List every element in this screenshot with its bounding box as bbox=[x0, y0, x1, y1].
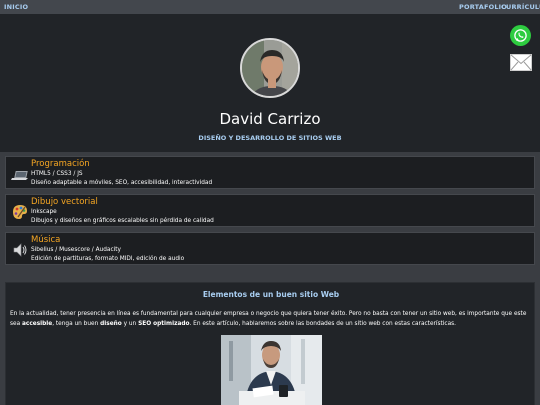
article-text: y un bbox=[121, 321, 139, 327]
article-keyword: diseño bbox=[100, 321, 122, 327]
profile-name: David Carrizo bbox=[219, 110, 321, 128]
skill-description: Diseño adaptable a móviles, SEO, accesib… bbox=[31, 180, 213, 186]
skill-card-programming: Programación HTML5 / CSS3 / JS Diseño ad… bbox=[5, 156, 535, 189]
skill-description: Edición de partituras, formato MIDI, edi… bbox=[31, 256, 185, 262]
article-body: En la actualidad, tener presencia en lín… bbox=[10, 309, 532, 329]
laptop-icon bbox=[11, 171, 28, 180]
skill-title: Programación bbox=[31, 159, 90, 169]
avatar bbox=[240, 38, 300, 98]
article-card: Elementos de un buen sitio Web En la act… bbox=[5, 282, 535, 405]
top-navigation: INICIO PORTAFOLIO CURRÍCULUM bbox=[0, 0, 540, 14]
article-title: Elementos de un buen sitio Web bbox=[202, 290, 340, 299]
article-text: , tenga un buen bbox=[52, 321, 101, 327]
skill-tools: Inkscape bbox=[31, 209, 57, 215]
nav-link-home[interactable]: INICIO bbox=[4, 3, 28, 11]
whatsapp-icon bbox=[514, 29, 527, 42]
skill-title: Música bbox=[31, 235, 61, 245]
skill-tools: HTML5 / CSS3 / JS bbox=[31, 171, 83, 177]
article-keyword: SEO optimizado bbox=[138, 321, 190, 327]
email-button[interactable] bbox=[510, 54, 532, 71]
skill-title: Dibujo vectorial bbox=[31, 197, 98, 207]
article-image bbox=[221, 335, 322, 405]
article-text: . En este artículo, hablaremos sobre las… bbox=[189, 321, 457, 327]
whatsapp-button[interactable] bbox=[510, 25, 531, 46]
profile-tagline: DISEÑO Y DESARROLLO DE SITIOS WEB bbox=[198, 134, 342, 142]
skill-card-vector-drawing: Dibujo vectorial Inkscape Dibujos y dise… bbox=[5, 194, 535, 227]
mail-icon bbox=[510, 54, 532, 71]
skill-tools: Sibelius / Musescore / Audacity bbox=[31, 247, 121, 253]
profile-header: David Carrizo DISEÑO Y DESARROLLO DE SIT… bbox=[0, 14, 540, 152]
speaker-icon bbox=[13, 243, 27, 257]
skill-description: Dibujos y diseños en gráficos escalables… bbox=[31, 218, 214, 224]
nav-link-resume[interactable]: CURRÍCULUM bbox=[501, 3, 540, 11]
nav-link-portfolio[interactable]: PORTAFOLIO bbox=[459, 3, 507, 11]
skill-card-music: Música Sibelius / Musescore / Audacity E… bbox=[5, 232, 535, 265]
palette-icon bbox=[13, 205, 27, 219]
article-keyword: accesible bbox=[21, 321, 53, 327]
